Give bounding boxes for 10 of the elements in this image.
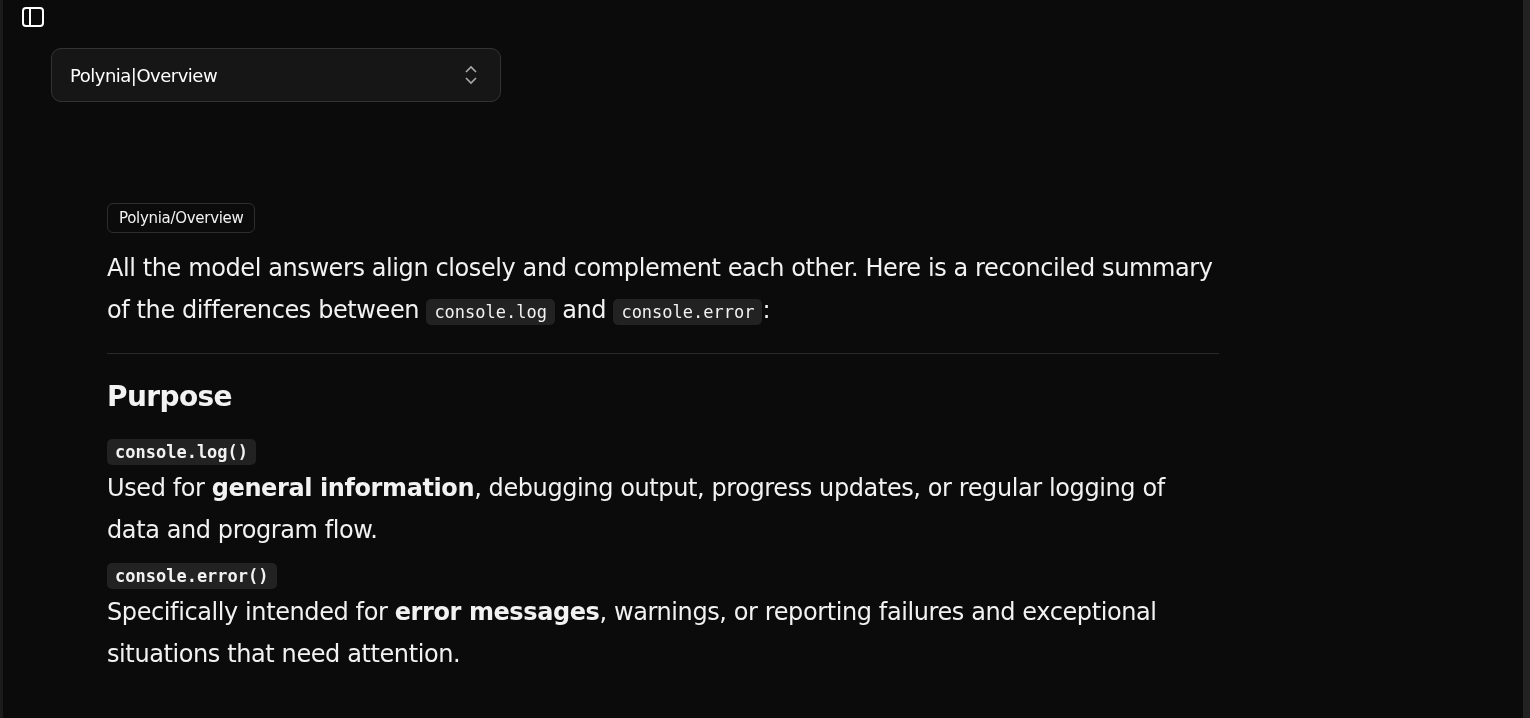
description-text: Specifically intended for error messages, warnings, or reporting failures and exceptional situations that need attention. <box>107 597 1158 670</box>
source-tag: Polynia/Overview <box>107 203 256 233</box>
code-term: console.log() <box>107 439 257 465</box>
chevron-updown-icon <box>464 65 478 85</box>
sidebar-toggle-icon[interactable] <box>22 7 44 27</box>
intro-paragraph: All the model answers align closely and complement each other. Here is a reconciled summary of the differences between console.log and console.error : <box>107 253 1214 327</box>
model-selector[interactable]: Polynia|Overview <box>51 48 501 102</box>
code-term: console.error() <box>107 563 277 589</box>
description-text: Used for general information, debugging output, progress updates, or regular logging of data and program flow. <box>107 473 1167 546</box>
section-heading: Purpose <box>107 380 233 413</box>
